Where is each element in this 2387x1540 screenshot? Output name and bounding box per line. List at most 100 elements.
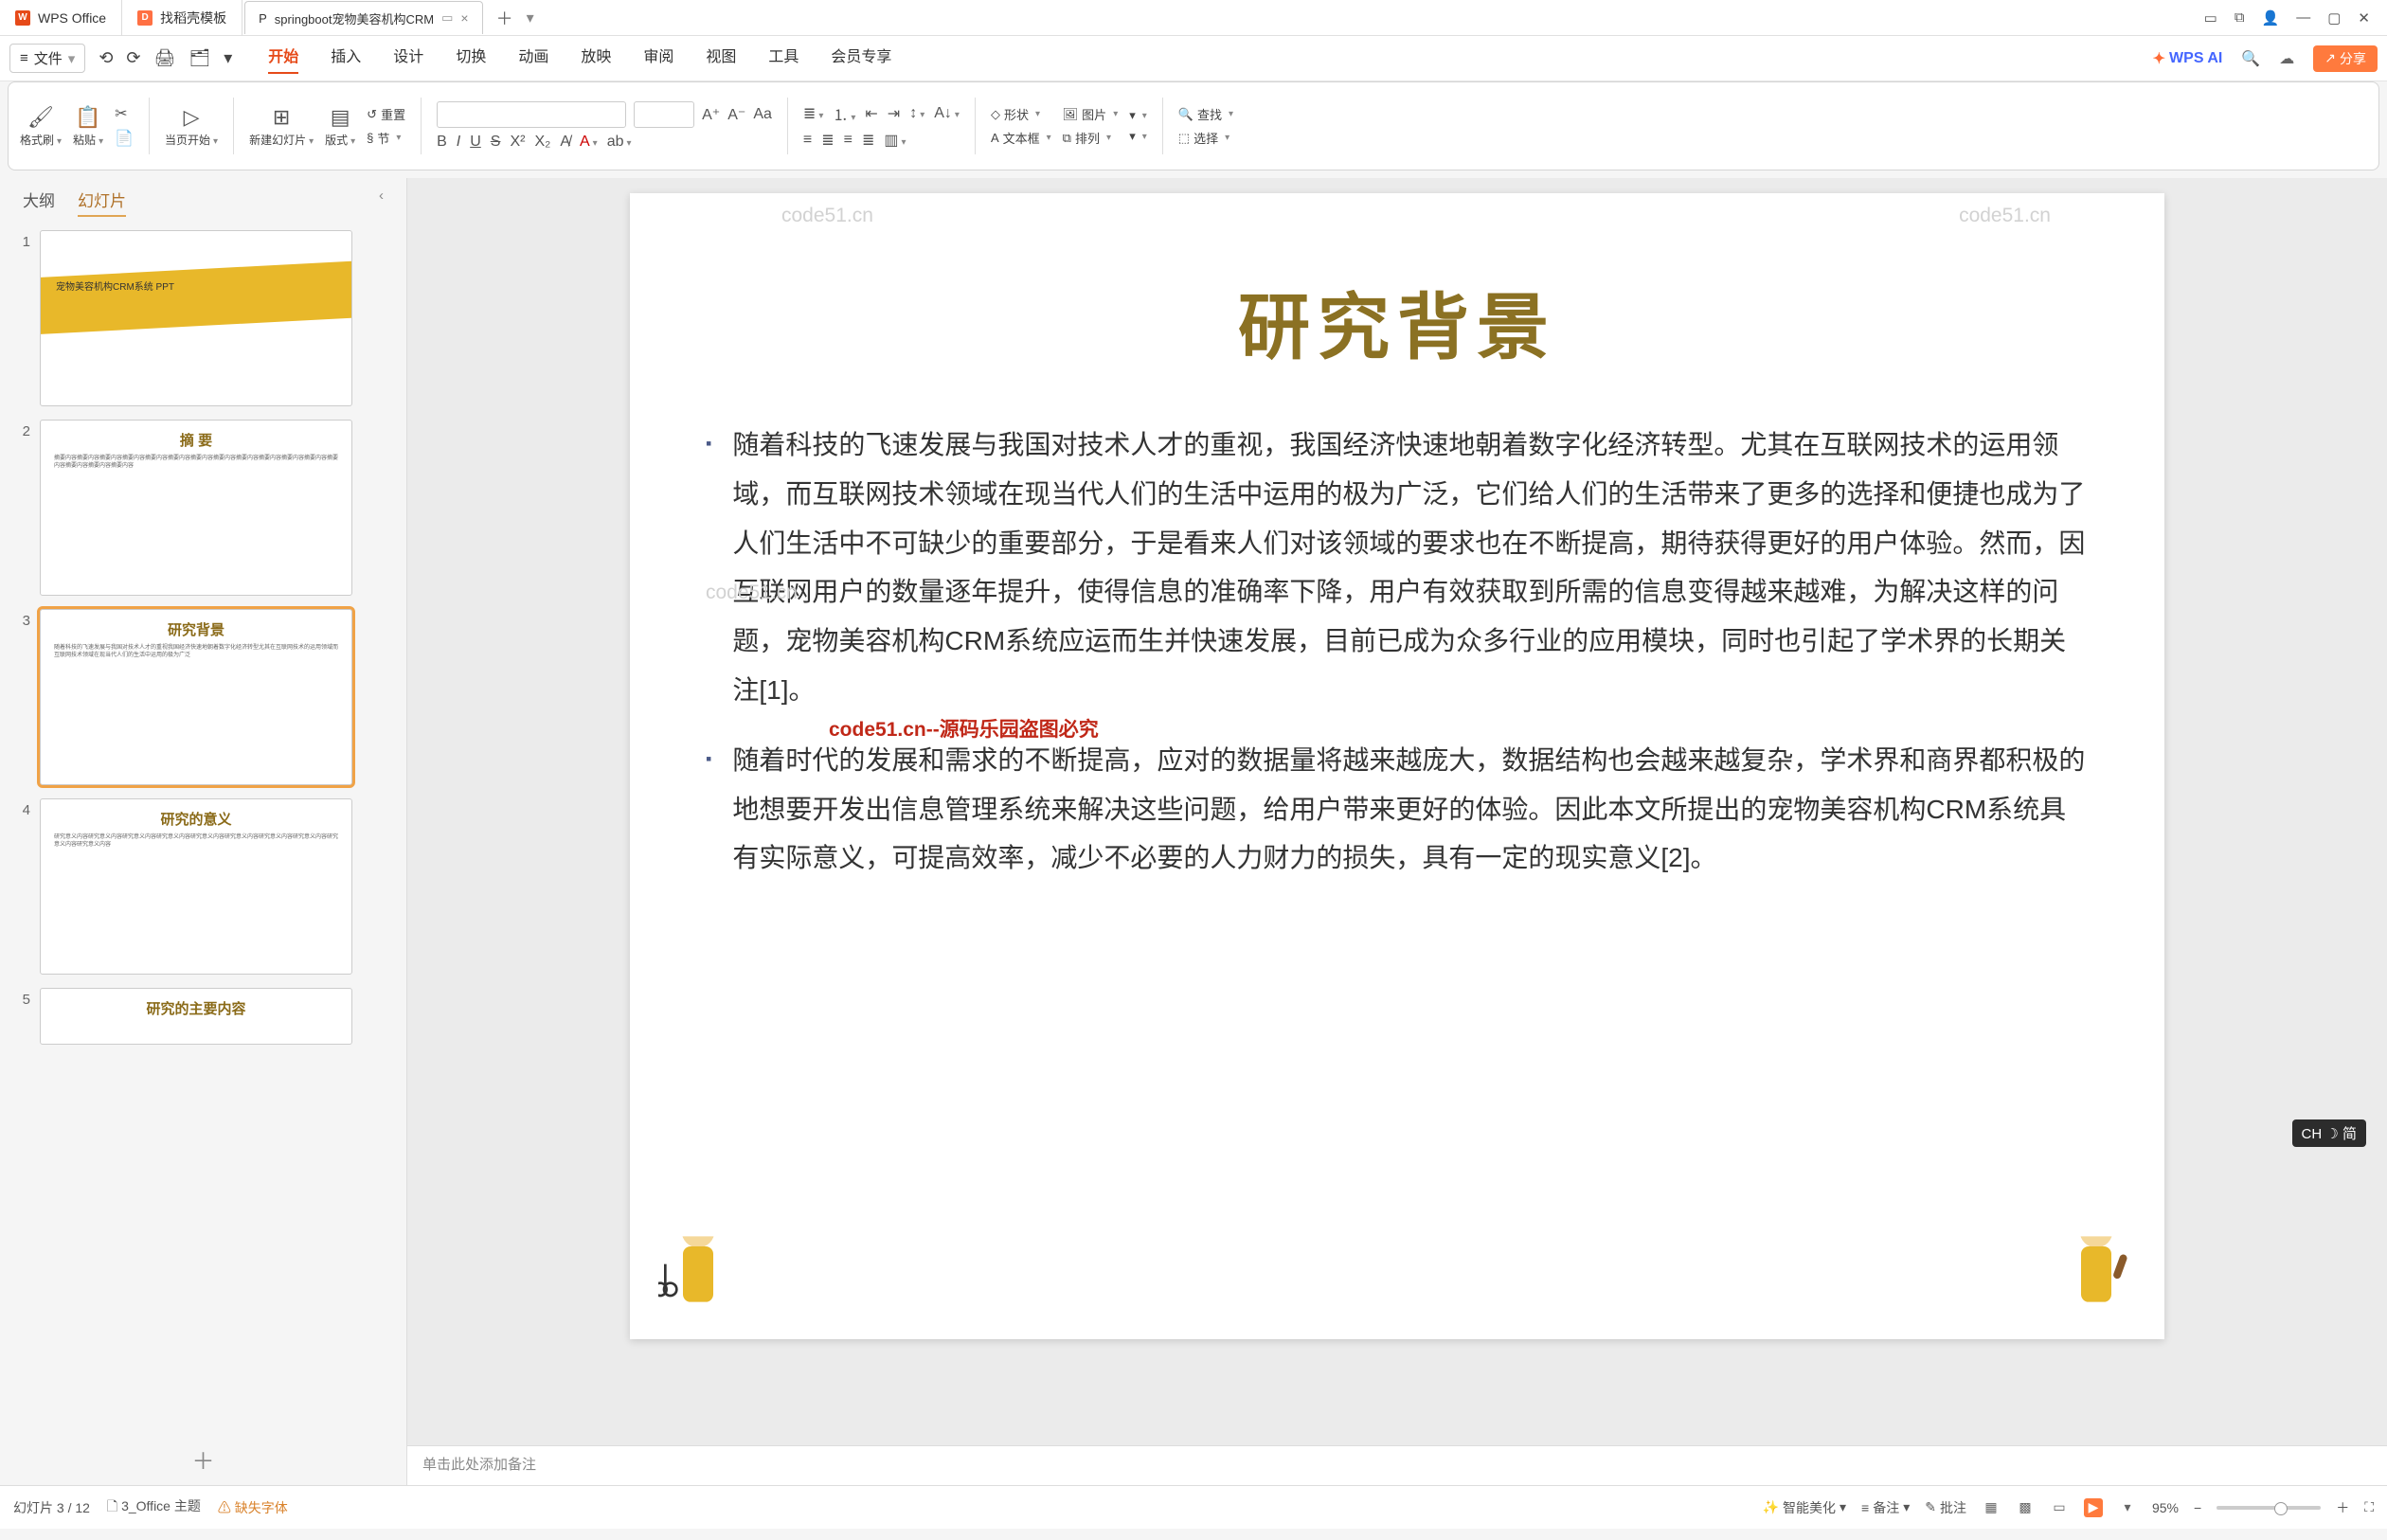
number-list-button[interactable]: ⒈ <box>833 102 855 125</box>
superscript-button[interactable]: X² <box>510 134 525 151</box>
tab-animation[interactable]: 动画 <box>518 44 548 74</box>
image-button[interactable]: 🖼图片 <box>1063 105 1119 123</box>
document-tab[interactable]: Pspringboot宠物美容机构CRM▭× <box>244 1 482 34</box>
slide-thumbnail-1[interactable]: 宠物美容机构CRM系统 PPT <box>40 230 352 406</box>
share-button[interactable]: ↗分享 <box>2313 45 2378 72</box>
app-tab-docer[interactable]: D找稻壳模板 <box>122 0 242 36</box>
fit-window-button[interactable]: ⛶ <box>2364 1499 2374 1515</box>
select-button[interactable]: ⬚选择 <box>1178 129 1233 147</box>
columns-button[interactable]: ▥ <box>884 131 906 150</box>
reset-button[interactable]: ↺重置 <box>367 105 405 123</box>
bullet-list-button[interactable]: ≣ <box>803 104 823 123</box>
print-button[interactable]: 🖨 <box>154 48 176 68</box>
clear-format-button[interactable]: A̸ <box>560 134 570 151</box>
new-tab-dropdown-icon[interactable]: ▾ <box>527 9 534 27</box>
slides-tab[interactable]: 幻灯片 <box>78 188 126 217</box>
redo-button[interactable]: ⟳ <box>126 48 140 68</box>
slide-thumbnail-4[interactable]: 研究的意义研究意义内容研究意义内容研究意义内容研究意义内容研究意义内容研究意义内… <box>40 798 352 975</box>
slide-canvas[interactable]: 研究背景 随着科技的飞速发展与我国对技术人才的重视，我国经济快速地朝着数字化经济… <box>630 193 2164 1339</box>
minimize-button[interactable]: — <box>2296 9 2310 27</box>
copy-button[interactable]: 📄 <box>115 129 134 148</box>
underline-button[interactable]: U <box>470 134 481 151</box>
slide-title[interactable]: 研究背景 <box>706 269 2089 373</box>
increase-indent-button[interactable]: ⇥ <box>888 104 900 123</box>
font-family-select[interactable] <box>437 101 626 128</box>
paste-button[interactable]: 📋粘贴 <box>73 105 103 148</box>
add-slide-button[interactable]: ＋ <box>192 1442 215 1476</box>
missing-font-warning[interactable]: ⚠ 缺失字体 <box>218 1498 288 1517</box>
undo-button[interactable]: ⟲ <box>99 48 113 68</box>
tab-design[interactable]: 设计 <box>393 44 423 74</box>
shape-button[interactable]: ◇形状 <box>991 105 1051 123</box>
quick-dropdown-icon[interactable]: ▾ <box>224 48 232 68</box>
notes-toggle-button[interactable]: ≡ 备注 ▾ <box>1861 1498 1910 1517</box>
line-spacing-button[interactable]: ↕ <box>909 105 924 122</box>
find-button[interactable]: 🔍查找 <box>1178 105 1233 123</box>
tab-slideshow[interactable]: 放映 <box>581 44 611 74</box>
slide-thumbnail-5[interactable]: 研究的主要内容 <box>40 988 352 1045</box>
zoom-out-button[interactable]: − <box>2194 1500 2201 1515</box>
align-center-button[interactable]: ≣ <box>821 131 834 150</box>
textbox-button[interactable]: A文本框 <box>991 129 1051 147</box>
align-left-button[interactable]: ≡ <box>803 132 812 149</box>
change-case-button[interactable]: Aa <box>753 106 772 123</box>
comments-toggle-button[interactable]: ✎ 批注 <box>1925 1498 1966 1517</box>
align-right-button[interactable]: ≡ <box>844 132 852 149</box>
tab-review[interactable]: 审阅 <box>643 44 673 74</box>
bold-button[interactable]: B <box>437 134 447 151</box>
collapse-panel-icon[interactable]: ‹ <box>379 188 384 217</box>
align-justify-button[interactable]: ≣ <box>862 131 874 150</box>
tab-tools[interactable]: 工具 <box>768 44 799 74</box>
arrange-button[interactable]: ⧉排列 <box>1063 129 1119 147</box>
avatar-icon[interactable]: 👤 <box>2262 9 2280 27</box>
workspace-icon[interactable]: ⧉ <box>2234 9 2245 27</box>
decrease-font-button[interactable]: A⁻ <box>727 105 745 124</box>
zoom-level[interactable]: 95% <box>2152 1500 2179 1515</box>
tab-member[interactable]: 会员专享 <box>831 44 891 74</box>
text-direction-button[interactable]: A↓ <box>934 105 960 122</box>
ime-indicator[interactable]: CH ☽ 简 <box>2292 1119 2366 1147</box>
file-menu-button[interactable]: ≡文件▾ <box>9 44 85 73</box>
outline-tab[interactable]: 大纲 <box>23 188 55 217</box>
maximize-button[interactable]: ▢ <box>2327 9 2341 27</box>
style-dropdown[interactable]: ▾ <box>1129 108 1147 123</box>
close-window-button[interactable]: ✕ <box>2358 9 2370 27</box>
increase-font-button[interactable]: A⁺ <box>702 105 720 124</box>
tab-home[interactable]: 开始 <box>268 44 298 74</box>
cloud-sync-icon[interactable]: ☁ <box>2279 49 2294 68</box>
notes-pane[interactable]: 单击此处添加备注 <box>407 1445 2387 1485</box>
highlight-button[interactable]: ab <box>607 134 632 151</box>
zoom-slider[interactable] <box>2216 1506 2321 1510</box>
normal-view-button[interactable]: ▦ <box>1982 1498 2001 1517</box>
italic-button[interactable]: I <box>457 134 460 151</box>
font-size-select[interactable] <box>634 101 694 128</box>
slideshow-button[interactable]: ▶ <box>2084 1498 2103 1517</box>
smart-beautify-button[interactable]: ✨ 智能美化 ▾ <box>1763 1498 1846 1517</box>
close-tab-icon[interactable]: × <box>460 10 468 26</box>
slide-thumbnail-2[interactable]: 摘 要摘要内容摘要内容摘要内容摘要内容摘要内容摘要内容摘要内容摘要内容摘要内容摘… <box>40 420 352 596</box>
sorter-view-button[interactable]: ▩ <box>2016 1498 2035 1517</box>
font-color-button[interactable]: A <box>580 134 598 151</box>
new-tab-button[interactable]: ＋ <box>483 6 527 30</box>
section-button[interactable]: §节 <box>367 129 405 147</box>
strikethrough-button[interactable]: S <box>491 134 501 151</box>
layout-button[interactable]: ▤版式 <box>325 105 355 148</box>
tab-insert[interactable]: 插入 <box>331 44 361 74</box>
slide-thumbnail-3[interactable]: 研究背景随着科技的飞速发展与我国对技术人才的重视我国经济快速地朝着数字化经济转型… <box>40 609 352 785</box>
reading-view-button[interactable]: ▭ <box>2050 1498 2069 1517</box>
panel-icon[interactable]: ▭ <box>2204 9 2217 27</box>
zoom-in-button[interactable]: ＋ <box>2336 1498 2349 1517</box>
open-button[interactable]: 🗂 <box>188 48 210 68</box>
search-icon[interactable]: 🔍 <box>2241 49 2260 68</box>
subscript-button[interactable]: X₂ <box>534 134 550 151</box>
slideshow-dropdown[interactable]: ▾ <box>2118 1498 2137 1517</box>
thumbnail-list[interactable]: 1 宠物美容机构CRM系统 PPT 2 摘 要摘要内容摘要内容摘要内容摘要内容摘… <box>0 223 406 1433</box>
app-tab-wps[interactable]: WWPS Office <box>0 0 122 36</box>
tab-view[interactable]: 视图 <box>706 44 736 74</box>
effects-dropdown[interactable]: ▾ <box>1129 129 1147 144</box>
decrease-indent-button[interactable]: ⇤ <box>865 104 877 123</box>
play-from-current-button[interactable]: ▷当页开始 <box>165 105 218 148</box>
slide-body[interactable]: 随着科技的飞速发展与我国对技术人才的重视，我国经济快速地朝着数字化经济转型。尤其… <box>706 421 2089 883</box>
theme-indicator[interactable]: 🗋 3_Office 主题 <box>107 1496 201 1519</box>
wps-ai-button[interactable]: WPS AI <box>2153 49 2223 68</box>
